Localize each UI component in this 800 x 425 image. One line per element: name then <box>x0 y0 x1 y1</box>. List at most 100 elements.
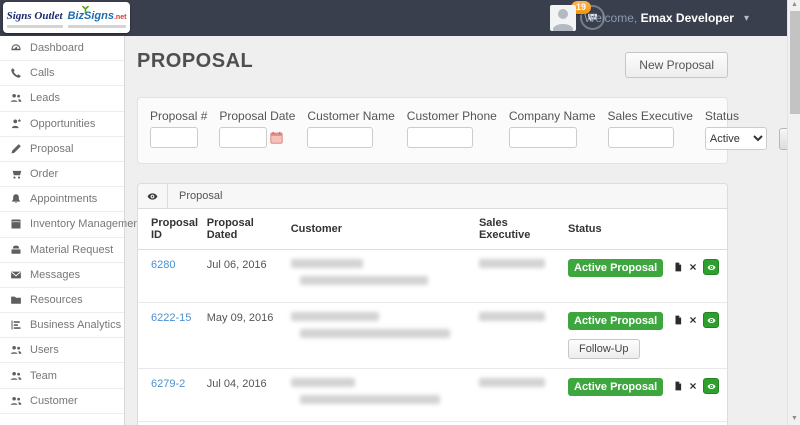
sidebar-item-opportunities[interactable]: Opportunities <box>0 112 124 137</box>
view-proposal-button[interactable] <box>703 378 720 394</box>
table-row: 6280 Jul 06, 2016 Active Proposal <box>138 249 727 303</box>
table-row: 6279-2 Jul 04, 2016 Active Proposal <box>138 368 727 422</box>
copy-proposal-button[interactable] <box>673 314 683 326</box>
copy-file-icon <box>673 380 683 392</box>
sidebar-item-dashboard[interactable]: Dashboard <box>0 36 124 62</box>
sidebar-item-users[interactable]: Users <box>0 338 124 364</box>
sidebar-item-label: Team <box>30 369 57 382</box>
sidebar-item-label: Customer <box>30 394 78 407</box>
bizsigns-wordmark: BizSigns.net <box>67 10 127 22</box>
proposal-table-panel: Proposal Proposal ID Proposal Dated Custom… <box>137 183 728 425</box>
column-header-proposal-dated: Proposal Dated <box>200 209 285 250</box>
view-proposal-button[interactable] <box>703 312 720 328</box>
filter-label: Customer Phone <box>406 109 497 123</box>
sidebar-item-material-request[interactable]: Material Request <box>0 238 124 263</box>
view-proposal-button[interactable] <box>703 259 720 275</box>
proposal-id-link[interactable]: 6280 <box>151 259 175 271</box>
sidebar-item-label: Calls <box>30 67 55 80</box>
sidebar-item-label: Leads <box>30 92 60 105</box>
redacted-sales-executive <box>478 378 545 387</box>
table-row: 6222-15 May 09, 2016 Active Proposal Follow… <box>138 302 727 369</box>
company-name-input[interactable] <box>508 127 577 148</box>
envelope-icon <box>10 269 22 281</box>
bizsigns-logo: BizSigns.net <box>67 5 127 28</box>
scrollbar-up-arrow[interactable]: ▲ <box>788 0 800 10</box>
opportunity-icon <box>10 118 22 130</box>
sidebar-item-label: Proposal <box>30 142 74 155</box>
signs-outlet-logo: Signs Outlet <box>6 7 63 28</box>
proposal-id-link[interactable]: 6222-15 <box>151 312 191 324</box>
delete-proposal-button[interactable] <box>688 262 698 272</box>
cart-icon <box>10 168 22 180</box>
filter-field-proposal: Proposal # <box>150 109 207 148</box>
folder-icon <box>10 294 22 306</box>
sidebar-item-messages[interactable]: Messages <box>0 263 124 288</box>
users-icon <box>10 344 22 356</box>
filter-label: Sales Executive <box>607 109 693 123</box>
redacted-customer <box>299 395 440 404</box>
logo[interactable]: Signs Outlet BizSigns.net <box>3 2 130 33</box>
sidebar-item-leads[interactable]: Leads <box>0 86 124 112</box>
phone-icon <box>10 67 22 79</box>
calendar-icon <box>270 131 283 144</box>
redacted-sales-executive <box>478 259 545 268</box>
sidebar: Dashboard Calls Leads Opportunities Proposal… <box>0 36 143 425</box>
table-row: 6278-3Jul 04, 2016Active Proposal <box>138 421 727 425</box>
sidebar-item-business-analytics[interactable]: Business Analytics <box>0 313 124 339</box>
sidebar-item-appointments[interactable]: Appointments <box>0 187 124 213</box>
status-select[interactable]: Active <box>704 127 767 150</box>
dashboard-icon <box>10 42 22 54</box>
customer-phone-input[interactable] <box>406 127 473 148</box>
filter-field-sales-executive: Sales Executive <box>607 109 693 148</box>
sales-executive-input[interactable] <box>607 127 674 148</box>
view-eye-icon <box>706 316 717 325</box>
redacted-customer <box>299 329 450 338</box>
status-label: Status <box>704 109 739 123</box>
close-icon <box>688 381 698 391</box>
proposal-input[interactable] <box>150 127 198 148</box>
proposal-id-link[interactable]: 6279-2 <box>151 378 185 390</box>
filter-button[interactable]: Filter <box>778 128 787 150</box>
proposal-icon <box>10 143 22 155</box>
sidebar-item-inventory-management[interactable]: Inventory Management <box>0 212 143 238</box>
scrollbar-thumb[interactable] <box>789 11 800 114</box>
sidebar-item-label: Users <box>30 344 59 357</box>
logo-tagline-bar <box>67 25 127 28</box>
panel-header: Proposal <box>138 184 727 209</box>
chevron-down-icon: ▾ <box>743 12 749 24</box>
copy-proposal-button[interactable] <box>673 380 683 392</box>
proposal-table: Proposal ID Proposal Dated Customer Sales E… <box>138 209 727 425</box>
sidebar-item-resources[interactable]: Resources <box>0 288 124 314</box>
scrollbar-down-arrow[interactable]: ▼ <box>788 414 800 424</box>
follow-up-button[interactable]: Follow-Up <box>568 339 640 359</box>
sidebar-item-order[interactable]: Order <box>0 162 124 188</box>
filter-panel: Proposal # Proposal Date Customer Name Cust… <box>137 97 787 164</box>
status-badge: Active Proposal <box>568 378 664 396</box>
sidebar-item-proposal[interactable]: Proposal <box>0 137 124 162</box>
sidebar-item-label: Dashboard <box>30 42 84 55</box>
sidebar-item-customer[interactable]: Customer <box>0 389 124 414</box>
sidebar-item-calls[interactable]: Calls <box>0 61 124 87</box>
sidebar-item-label: Resources <box>30 293 83 306</box>
customer-name-input[interactable] <box>307 127 374 148</box>
sidebar-item-label: Messages <box>30 268 81 281</box>
view-eye-icon <box>706 263 717 272</box>
vertical-scrollbar[interactable]: ▲ ▼ <box>787 0 800 425</box>
close-icon <box>688 262 698 272</box>
user-menu[interactable]: Welcome, Emax Developer ▾ <box>550 5 749 31</box>
page-title: PROPOSAL <box>137 50 254 72</box>
new-proposal-button[interactable]: New Proposal <box>625 52 728 78</box>
column-header-proposal-id: Proposal ID <box>138 209 201 250</box>
sidebar-item-team[interactable]: Team <box>0 363 124 389</box>
delete-proposal-button[interactable] <box>688 315 698 325</box>
logo-tagline-bar <box>6 25 63 28</box>
status-badge: Active Proposal <box>568 312 664 330</box>
signs-outlet-wordmark: Signs Outlet <box>6 10 63 22</box>
sidebar-item-label: Business Analytics <box>30 319 122 332</box>
delete-proposal-button[interactable] <box>688 381 698 391</box>
copy-proposal-button[interactable] <box>673 261 683 273</box>
column-header-sales-executive: Sales Executive <box>472 209 562 250</box>
toggle-visibility-button[interactable] <box>138 184 168 208</box>
filter-label: Proposal # <box>150 109 208 123</box>
proposal-date-input[interactable] <box>219 127 268 148</box>
